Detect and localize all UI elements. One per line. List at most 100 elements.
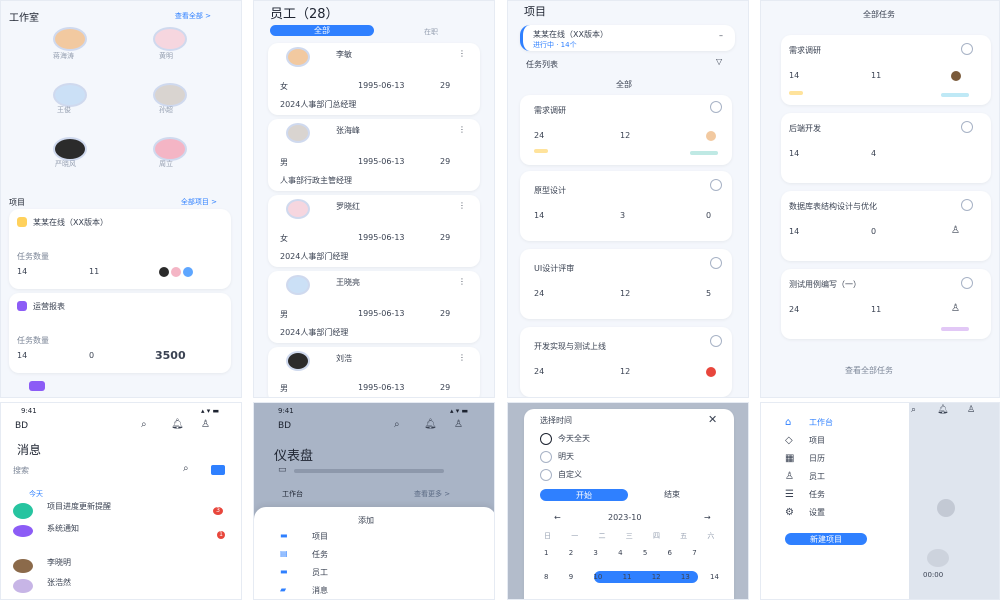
workbench-view-all[interactable]: 查看全部 > [175,11,211,21]
task-checkbox[interactable] [710,101,722,113]
member-avatar [159,267,169,277]
project-card[interactable]: 某某在线（XX版本） 任务数量 14 11 [9,209,231,289]
task-stat: 11 [871,71,882,80]
dashboard-link[interactable]: 查看更多 > [414,489,450,499]
project-icon: ◇ [785,435,793,446]
sheet-option-staff[interactable]: 员工 [312,567,328,578]
task-name: UI设计评审 [534,264,575,273]
project-icon [17,301,27,311]
message-title[interactable]: 李晓明 [47,557,71,568]
tab-active[interactable]: 在职 [424,27,438,37]
new-project-button[interactable]: 新建项目 [785,533,867,545]
search-icon[interactable]: ⌕ [911,405,916,415]
workbench-title: 工作室 [9,13,39,24]
radio[interactable] [540,469,552,481]
task-checkbox[interactable] [710,179,722,191]
view-all-tasks[interactable]: 查看全部任务 [845,365,893,376]
user-icon[interactable]: ♙ [454,419,463,430]
task-card[interactable]: 需求调研 24 12 [520,95,732,165]
staff-card[interactable]: 刘浩 ⋮ 男 1995-06-13 29 [268,347,480,397]
prev-month-icon[interactable]: ← [554,513,561,522]
drawer-item-active[interactable]: 工作台 [809,417,833,428]
task-card[interactable]: 数据库表结构设计与优化 14 0 ♙ [781,191,991,261]
user-icon[interactable]: ♙ [967,405,975,415]
member-avatar[interactable] [153,137,187,161]
member-avatar[interactable] [153,27,187,51]
task-card[interactable]: 原型设计 14 3 0 [520,171,732,241]
staff-name: 张海峰 [336,126,360,135]
project-stat: 14 [17,267,28,276]
date-range [294,469,444,473]
task-card[interactable]: 测试用例编写（一） 24 11 ♙ [781,269,991,339]
staff-card[interactable]: 李敏 ⋮ 女 1995-06-13 29 2024人事部门总经理 [268,43,480,115]
more-icon[interactable]: ⋮ [458,201,466,210]
calendar-icon: ▦ [785,453,795,464]
task-icon: ☰ [785,489,794,500]
tab-start[interactable]: 开始 [540,489,628,501]
member-avatar[interactable] [53,137,87,161]
filter-icon[interactable]: ▽ [716,57,722,66]
task-stat: 14 [789,71,800,80]
bell-icon[interactable]: 🔔︎ [424,419,437,430]
user-icon[interactable]: ♙ [201,419,210,430]
more-icon[interactable]: ⋮ [458,353,466,362]
message-title[interactable]: 系统通知 [47,523,79,534]
search-input[interactable]: 搜索 [13,465,29,476]
messages-title: 消息 [17,443,42,457]
member-name: 周立 [159,160,173,168]
task-card[interactable]: 开发实现与测试上线 24 12 [520,327,732,397]
member-avatar[interactable] [153,83,187,107]
sheet-option-message[interactable]: 消息 [312,585,328,596]
radio-selected[interactable] [540,433,552,445]
message-title[interactable]: 张浩然 [47,577,71,588]
filter-tab[interactable]: 全部 [616,79,632,90]
task-checkbox[interactable] [961,199,973,211]
search-icon[interactable]: ⌕ [183,463,189,474]
more-icon[interactable]: ⋮ [458,125,466,134]
drawer-item[interactable]: 日历 [809,453,825,464]
tab-end[interactable]: 结束 [664,489,680,500]
days-row[interactable]: 1 2 3 4 5 6 7 [544,549,697,557]
projects-link[interactable]: 全部项目 > [181,197,217,207]
search-icon[interactable]: ⌕ [394,419,400,430]
member-avatar[interactable] [53,27,87,51]
avatar [927,549,949,567]
close-icon[interactable]: ✕ [708,413,717,426]
filter-button[interactable] [211,465,225,475]
staff-age: 29 [440,157,451,166]
drawer-item[interactable]: 项目 [809,435,825,446]
task-checkbox[interactable] [961,43,973,55]
sheet-option-project[interactable]: 项目 [312,531,328,542]
staff-birth: 1995-06-13 [358,383,405,392]
task-stat: 24 [534,367,545,376]
collapse-icon[interactable]: – [719,31,723,40]
task-card[interactable]: 后端开发 14 4 [781,113,991,183]
staff-card[interactable]: 张海峰 ⋮ 男 1995-06-13 29 人事部行政主管经理 [268,119,480,191]
staff-card[interactable]: 罗晓红 ⋮ 女 1995-06-13 29 2024人事部门经理 [268,195,480,267]
member-avatar[interactable] [53,83,87,107]
task-checkbox[interactable] [710,257,722,269]
settings-icon: ⚙ [785,507,794,518]
days-row[interactable]: 8 9 10 11 12 13 14 [544,573,719,581]
task-card[interactable]: 需求调研 14 11 [781,35,991,105]
project-header-card[interactable]: 某某在线（XX版本） 进行中 · 14个 – [520,25,735,51]
more-icon[interactable]: ⋮ [458,277,466,286]
project-card[interactable]: 运营报表 任务数量 14 0 3500 [9,293,231,373]
tab-all[interactable]: 全部 [270,25,374,36]
next-month-icon[interactable]: → [704,513,711,522]
task-checkbox[interactable] [961,121,973,133]
search-icon[interactable]: ⌕ [141,419,147,430]
message-title[interactable]: 项目进度更新提醒 [47,501,111,512]
task-card[interactable]: UI设计评审 24 12 5 [520,249,732,319]
drawer-item[interactable]: 员工 [809,471,825,482]
radio[interactable] [540,451,552,463]
drawer-item[interactable]: 设置 [809,507,825,518]
bell-icon[interactable]: 🔔︎ [937,405,948,415]
sheet-option-task[interactable]: 任务 [312,549,328,560]
task-checkbox[interactable] [961,277,973,289]
more-icon[interactable]: ⋮ [458,49,466,58]
staff-card[interactable]: 王晓亮 ⋮ 男 1995-06-13 29 2024人事部门经理 [268,271,480,343]
drawer-item[interactable]: 任务 [809,489,825,500]
task-checkbox[interactable] [710,335,722,347]
bell-icon[interactable]: 🔔︎ [171,419,184,430]
